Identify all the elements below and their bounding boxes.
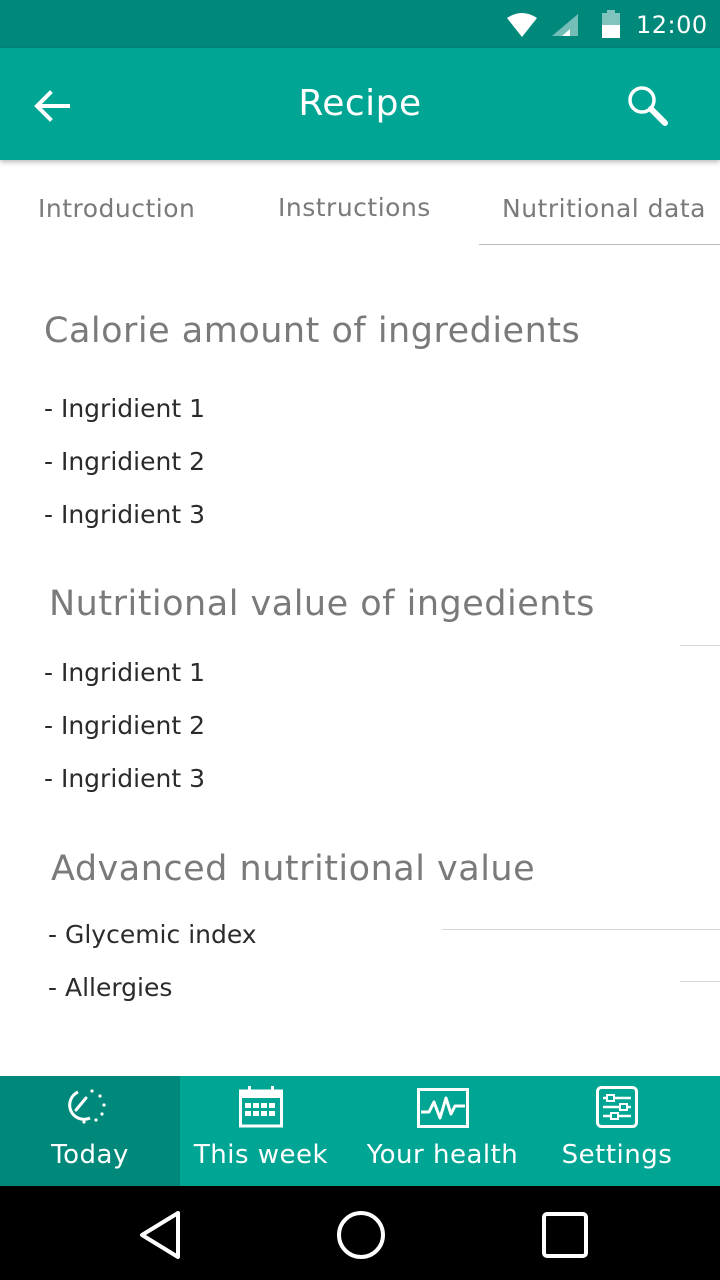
nav-item-your-health[interactable]: Your health — [355, 1076, 530, 1186]
calendar-icon — [239, 1086, 283, 1128]
nav-item-today[interactable]: Today — [0, 1076, 180, 1186]
sliders-icon — [596, 1086, 638, 1128]
nav-label-this-week: This week — [193, 1140, 329, 1170]
list-item: - Glycemic index — [48, 920, 257, 949]
section-title-advanced: Advanced nutritional value — [51, 849, 536, 889]
divider — [442, 929, 720, 930]
list-item: - Allergies — [48, 973, 173, 1002]
list-item: - Ingridient 2 — [44, 711, 205, 740]
list-item: - Ingridient 1 — [44, 394, 205, 423]
recents-square-icon[interactable] — [542, 1212, 588, 1258]
tab-selected-indicator — [479, 244, 720, 245]
list-item: - Ingridient 3 — [44, 764, 205, 793]
section-title-nutritional: Nutritional value of ingedients — [49, 584, 595, 624]
list-item: - Ingridient 2 — [44, 447, 205, 476]
divider — [680, 645, 720, 646]
back-triangle-icon[interactable] — [138, 1210, 182, 1260]
status-time: 12:00 — [636, 11, 708, 39]
nav-label-your-health: Your health — [366, 1140, 519, 1170]
section-title-calorie: Calorie amount of ingredients — [44, 311, 581, 351]
status-bar: 12:00 — [0, 0, 720, 48]
nav-label-settings: Settings — [561, 1140, 673, 1170]
nav-label-today: Today — [51, 1140, 129, 1170]
clock-icon — [68, 1089, 106, 1124]
search-icon[interactable] — [624, 82, 672, 130]
app-bar: Recipe — [0, 48, 720, 160]
nav-item-this-week[interactable]: This week — [180, 1076, 342, 1186]
page-title: Recipe — [298, 83, 422, 124]
tab-nutritional-data[interactable]: Nutritional data — [502, 192, 706, 226]
battery-icon — [602, 10, 620, 38]
bottom-navigation: Today This week Your health Settings — [0, 1076, 720, 1186]
tab-introduction[interactable]: Introduction — [38, 192, 195, 226]
signal-icon — [552, 14, 578, 36]
wifi-icon — [507, 13, 537, 37]
tab-instructions[interactable]: Instructions — [278, 191, 431, 225]
home-circle-icon[interactable] — [336, 1210, 386, 1260]
nav-item-settings[interactable]: Settings — [540, 1076, 694, 1186]
divider — [680, 981, 720, 982]
heart-rate-icon — [417, 1088, 469, 1128]
system-navigation-bar — [0, 1186, 720, 1280]
list-item: - Ingridient 1 — [44, 658, 205, 687]
list-item: - Ingridient 3 — [44, 500, 205, 529]
